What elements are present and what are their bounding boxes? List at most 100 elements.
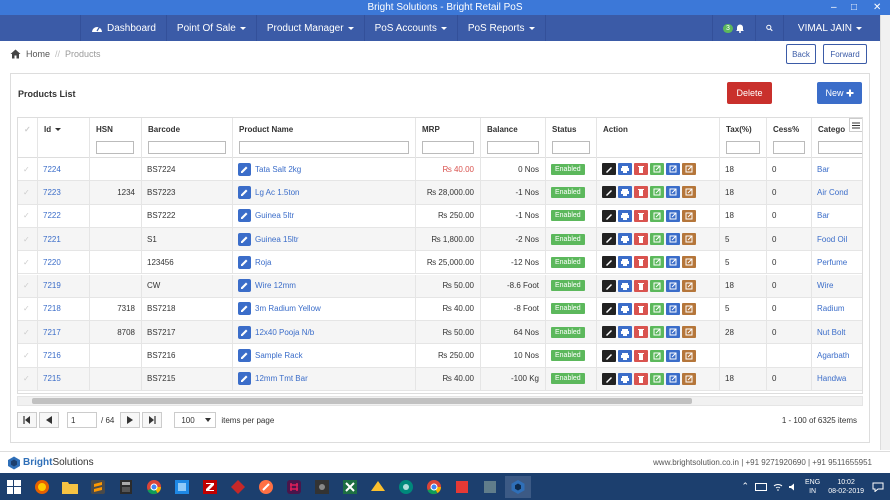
copy-action-icon[interactable] [650,279,664,292]
delete-action-icon[interactable] [634,209,648,222]
edit-action-icon[interactable] [602,349,616,362]
page-input[interactable]: 1 [67,412,97,428]
cell-id[interactable]: 7215 [38,367,90,390]
taskbar-chrome[interactable] [141,476,167,498]
header-mrp[interactable]: MRP [416,118,481,158]
edit-action-icon[interactable] [602,256,616,269]
scrollbar-thumb[interactable] [32,398,692,404]
pencil-icon[interactable] [238,325,251,339]
delete-action-icon[interactable] [634,302,648,315]
taskbar-explorer[interactable] [57,476,83,498]
row-select[interactable]: ✓ [18,251,38,274]
table-row[interactable]: ✓ 7220 123456 Roja ₨ 25,000.00 -12 Nos Enabled… [18,251,862,275]
breadcrumb-home[interactable]: Home [26,49,50,59]
filter-hsn-input[interactable] [96,141,134,154]
copy-action-icon[interactable] [650,186,664,199]
cell-category[interactable]: Agarbath [812,344,862,366]
header-barcode[interactable]: Barcode [142,118,233,158]
filter-mrp-input[interactable] [422,141,474,154]
copy-action-icon[interactable] [650,233,664,246]
taskbar-slack[interactable] [281,476,307,498]
pencil-icon[interactable] [238,349,251,363]
taskbar-app-gray[interactable] [477,476,503,498]
new-button[interactable]: New [817,82,862,104]
table-row[interactable]: ✓ 7224 BS7224 Tata Salt 2kg ₨ 40.00 0 Nos Enab… [18,158,862,182]
header-balance[interactable]: Balance [481,118,546,158]
edit-action-icon[interactable] [602,163,616,176]
close-icon[interactable]: ✕ [873,0,881,15]
update-action-icon[interactable] [666,163,680,176]
column-menu-button[interactable] [849,118,862,132]
taskbar-app-orange[interactable] [253,476,279,498]
user-menu[interactable]: VIMAL JAIN [784,15,880,41]
print-action-icon[interactable] [618,372,632,385]
cell-id[interactable]: 7223 [38,181,90,204]
per-page-select[interactable]: 100 [174,412,217,428]
cell-category[interactable]: Perfume [812,251,862,273]
open-action-icon[interactable] [682,372,696,385]
row-select[interactable]: ✓ [18,321,38,344]
filter-category-input[interactable] [818,141,862,154]
cell-category[interactable]: Bar [812,158,862,180]
volume-icon[interactable] [789,483,799,491]
open-action-icon[interactable] [682,209,696,222]
start-button[interactable] [1,476,27,498]
print-action-icon[interactable] [618,209,632,222]
open-action-icon[interactable] [682,186,696,199]
last-page-button[interactable] [142,412,163,428]
cell-id[interactable]: 7219 [38,274,90,297]
update-action-icon[interactable] [666,209,680,222]
taskbar-chrome-2[interactable] [421,476,447,498]
taskbar-app-teal[interactable] [393,476,419,498]
print-action-icon[interactable] [618,279,632,292]
edit-action-icon[interactable] [602,233,616,246]
table-row[interactable]: ✓ 7219 CW Wire 12mm ₨ 50.00 -8.6 Foot Enabled 1… [18,274,862,298]
prev-page-button[interactable] [39,412,59,428]
update-action-icon[interactable] [666,302,680,315]
cell-category[interactable]: Handwa [812,368,862,390]
header-id[interactable]: Id [38,118,90,158]
taskbar-calculator[interactable] [113,476,139,498]
taskbar-app-red-2[interactable] [449,476,475,498]
cell-id[interactable]: 7224 [38,158,90,181]
edit-action-icon[interactable] [602,209,616,222]
pencil-icon[interactable] [238,232,251,246]
maximize-icon[interactable]: □ [851,0,857,15]
print-action-icon[interactable] [618,349,632,362]
taskbar-sublime[interactable] [85,476,111,498]
copy-action-icon[interactable] [650,349,664,362]
action-center-icon[interactable] [872,482,884,492]
nav-pos-reports[interactable]: PoS Reports [458,15,546,41]
taskbar-app-yellow[interactable] [365,476,391,498]
table-row[interactable]: ✓ 7221 S1 Guinea 15ltr ₨ 1,800.00 -2 Nos Enabl… [18,227,862,252]
cell-category[interactable]: Food Oil [812,228,862,250]
copy-action-icon[interactable] [650,372,664,385]
cell-category[interactable]: Bar [812,205,862,227]
table-row[interactable]: ✓ 7216 BS7216 Sample Rack ₨ 250.00 10 Nos Enab… [18,344,862,368]
delete-action-icon[interactable] [634,186,648,199]
pencil-icon[interactable] [238,162,251,176]
next-page-button[interactable] [120,412,141,428]
copy-action-icon[interactable] [650,163,664,176]
filter-tax-input[interactable] [726,141,760,154]
forward-button[interactable]: Forward [823,44,867,64]
notifications-button[interactable]: 3 [712,15,756,41]
print-action-icon[interactable] [618,326,632,339]
row-select[interactable]: ✓ [18,181,38,204]
taskbar-firefox[interactable] [29,476,55,498]
language-indicator[interactable]: ENG IN [805,478,820,496]
table-row[interactable]: ✓ 7222 BS7222 Guinea 5ltr ₨ 250.00 -1 Nos Enab… [18,204,862,228]
delete-action-icon[interactable] [634,279,648,292]
edit-action-icon[interactable] [602,372,616,385]
cell-product-name[interactable]: Wire 12mm [233,274,416,297]
nav-point-of-sale[interactable]: Point Of Sale [167,15,257,41]
cell-id[interactable]: 7216 [38,344,90,367]
cell-product-name[interactable]: Tata Salt 2kg [233,158,416,181]
update-action-icon[interactable] [666,326,680,339]
edit-action-icon[interactable] [602,302,616,315]
cell-id[interactable]: 7222 [38,204,90,227]
delete-button[interactable]: Delete [727,82,772,104]
row-select[interactable]: ✓ [18,227,38,251]
edit-action-icon[interactable] [602,326,616,339]
taskbar-app-dark[interactable] [309,476,335,498]
